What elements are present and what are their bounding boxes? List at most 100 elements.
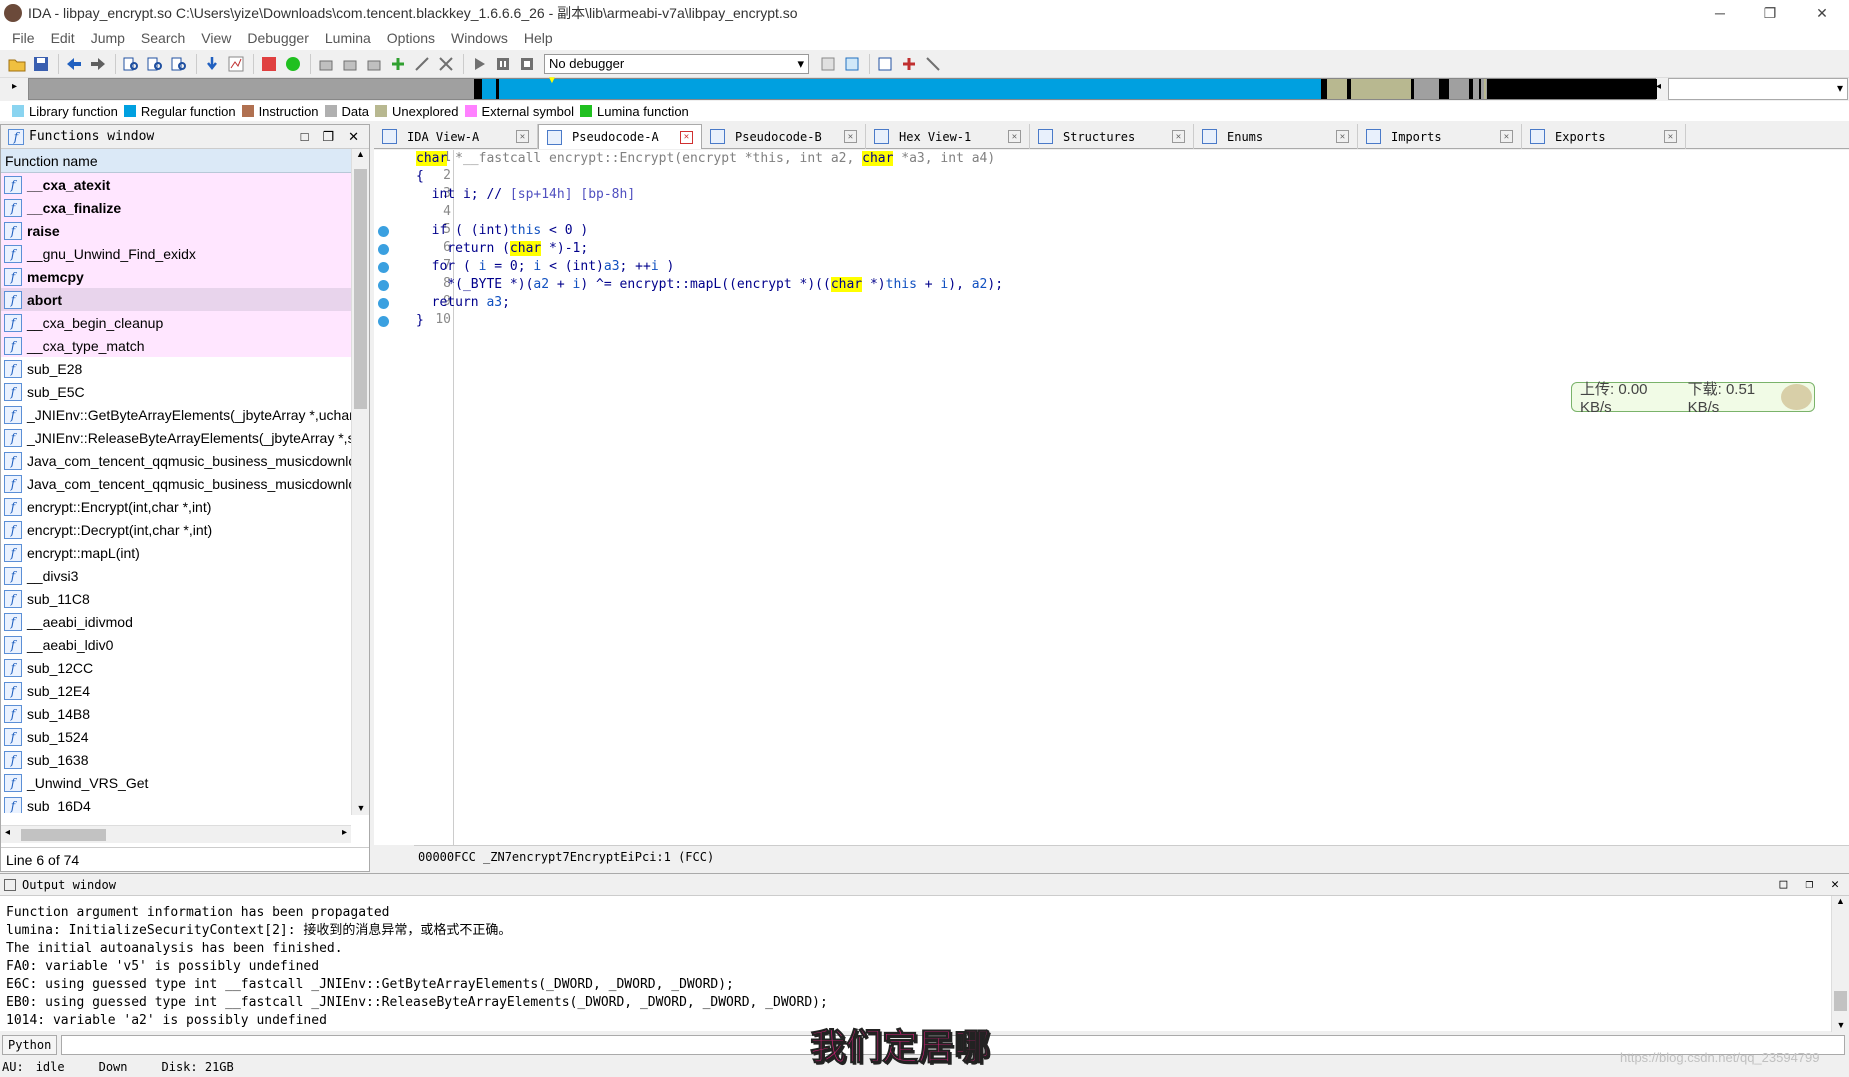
panel-maximize-icon[interactable]: □ [1780, 877, 1788, 892]
menu-search[interactable]: Search [133, 30, 193, 46]
code-line[interactable]: char *__fastcall encrypt::Encrypt(encryp… [416, 150, 1003, 168]
open-file-icon[interactable] [6, 53, 28, 75]
tab-close-icon[interactable]: ✕ [1336, 130, 1349, 143]
nav-left-arrow-icon[interactable]: ▸ [12, 81, 17, 92]
function-row[interactable]: f sub_E28 [1, 357, 351, 380]
breakpoint-dot-icon[interactable] [378, 262, 389, 273]
function-row[interactable]: f __cxa_atexit [1, 173, 351, 196]
function-row[interactable]: f sub_1638 [1, 748, 351, 771]
scroll-up-icon[interactable]: ▲ [352, 149, 369, 159]
breakpoint-list-icon[interactable] [874, 53, 896, 75]
add-breakpoint-icon[interactable] [387, 53, 409, 75]
tab-structures[interactable]: Structures ✕ [1030, 124, 1194, 149]
search-binary-icon[interactable] [120, 53, 142, 75]
code-line[interactable]: { [416, 168, 1003, 186]
scroll-right-icon[interactable]: ▸ [342, 827, 347, 838]
trace-icon[interactable] [411, 53, 433, 75]
function-row[interactable]: f sub_12CC [1, 656, 351, 679]
nav-strip[interactable]: ▼ [28, 75, 1657, 100]
panel-close-icon[interactable]: ✕ [1831, 877, 1839, 892]
scroll-up-icon[interactable]: ▲ [1832, 896, 1849, 906]
function-list-horizontal-scrollbar[interactable]: ◂ ▸ [1, 825, 351, 843]
function-row[interactable]: f __aeabi_idivmod [1, 610, 351, 633]
nav-segment-select[interactable]: ▾ [1668, 78, 1848, 100]
search-immediate-icon[interactable] [168, 53, 190, 75]
function-row[interactable]: f encrypt::Encrypt(int,char *,int) [1, 495, 351, 518]
tab-close-icon[interactable]: ✕ [680, 130, 693, 144]
close-button[interactable]: ✕ [1797, 0, 1847, 26]
function-row[interactable]: f sub_12E4 [1, 679, 351, 702]
menu-file[interactable]: File [4, 30, 43, 46]
code-line[interactable]: *(_BYTE *)(a2 + i) ^= encrypt::mapL((enc… [416, 276, 1003, 294]
code-line[interactable] [416, 204, 1003, 222]
code-line[interactable]: int i; // [sp+14h] [bp-8h] [416, 186, 1003, 204]
lumina-status-icon[interactable] [282, 53, 304, 75]
scroll-thumb[interactable] [354, 169, 367, 409]
panel-maximize-icon[interactable]: □ [301, 129, 309, 145]
search-text-icon[interactable] [144, 53, 166, 75]
tab-pseudocode-b[interactable]: Pseudocode-B ✕ [702, 124, 866, 149]
code-line[interactable]: return a3; [416, 294, 1003, 312]
delete-icon[interactable] [435, 53, 457, 75]
network-speed-widget[interactable]: 上传: 0.00 KB/s 下载: 0.51 KB/s [1571, 381, 1815, 416]
tab-hex-view-1[interactable]: Hex View-1 ✕ [866, 124, 1030, 149]
tab-enums[interactable]: Enums ✕ [1194, 124, 1358, 149]
menu-view[interactable]: View [193, 30, 239, 46]
step-into-icon[interactable] [817, 53, 839, 75]
function-row[interactable]: f sub_1524 [1, 725, 351, 748]
menu-options[interactable]: Options [379, 30, 443, 46]
scroll-down-icon[interactable]: ▼ [352, 803, 370, 813]
menu-edit[interactable]: Edit [43, 30, 83, 46]
nav-right-arrow-icon[interactable]: ◂ [1656, 81, 1661, 92]
tab-close-icon[interactable]: ✕ [1172, 130, 1185, 143]
function-row[interactable]: f __cxa_begin_cleanup [1, 311, 351, 334]
jump-icon[interactable] [201, 53, 223, 75]
python-button[interactable]: Python [2, 1035, 58, 1055]
menu-jump[interactable]: Jump [83, 30, 133, 46]
breakpoint-dot-icon[interactable] [378, 244, 389, 255]
output-log[interactable]: Function argument information has been p… [6, 904, 828, 1030]
breakpoint-dot-icon[interactable] [378, 226, 389, 237]
function-row[interactable]: f _JNIEnv::GetByteArrayElements(_jbyteArr… [1, 403, 351, 426]
function-row[interactable]: f _JNIEnv::ReleaseByteArrayElements(_jbyt… [1, 426, 351, 449]
color-icon[interactable] [258, 53, 280, 75]
function-row[interactable]: f sub_11C8 [1, 587, 351, 610]
tab-close-icon[interactable]: ✕ [1500, 130, 1513, 143]
tab-pseudocode-a[interactable]: Pseudocode-A ✕ [538, 124, 702, 149]
menu-help[interactable]: Help [516, 30, 561, 46]
tab-close-icon[interactable]: ✕ [516, 130, 529, 143]
scroll-left-icon[interactable]: ◂ [5, 827, 10, 838]
stop-icon[interactable] [516, 53, 538, 75]
function-row[interactable]: f __aeabi_ldiv0 [1, 633, 351, 656]
code-line[interactable]: if ( (int)this < 0 ) [416, 222, 1003, 240]
code-line[interactable]: for ( i = 0; i < (int)a3; ++i ) [416, 258, 1003, 276]
back-arrow-icon[interactable] [63, 53, 85, 75]
pseudocode-editor[interactable]: 1 2 3 4 5 6 7 8 9 10 char *__fastcall en… [374, 150, 1849, 845]
code-line[interactable]: return (char *)-1; [416, 240, 1003, 258]
play-icon[interactable] [468, 53, 490, 75]
function-row[interactable]: f raise [1, 219, 351, 242]
scroll-thumb[interactable] [1834, 991, 1847, 1011]
forward-arrow-icon[interactable] [87, 53, 109, 75]
menu-windows[interactable]: Windows [443, 30, 516, 46]
scroll-thumb[interactable] [21, 829, 106, 841]
step-over-icon[interactable] [841, 53, 863, 75]
function-row[interactable]: f sub_14B8 [1, 702, 351, 725]
breakpoint-dot-icon[interactable] [378, 280, 389, 291]
function-row[interactable]: f encrypt::Decrypt(int,char *,int) [1, 518, 351, 541]
debugger-select[interactable]: No debugger ▾ [544, 53, 809, 74]
breakpoint-dot-icon[interactable] [378, 316, 389, 327]
breakpoint-add-icon[interactable] [898, 53, 920, 75]
function-row[interactable]: f _Unwind_VRS_Get [1, 771, 351, 794]
function-row[interactable]: f sub_E5C [1, 380, 351, 403]
function-row[interactable]: f __cxa_finalize [1, 196, 351, 219]
tab-exports[interactable]: Exports ✕ [1522, 124, 1686, 149]
tab-close-icon[interactable]: ✕ [1664, 130, 1677, 143]
function-row[interactable]: f __gnu_Unwind_Find_exidx [1, 242, 351, 265]
breakpoint-dot-icon[interactable] [378, 298, 389, 309]
function-row[interactable]: f sub_16D4 [1, 794, 351, 813]
column-header-function-name[interactable]: Function name [1, 149, 351, 173]
pause-icon[interactable] [492, 53, 514, 75]
menu-lumina[interactable]: Lumina [317, 30, 379, 46]
breakpoint-disable-icon[interactable] [922, 53, 944, 75]
